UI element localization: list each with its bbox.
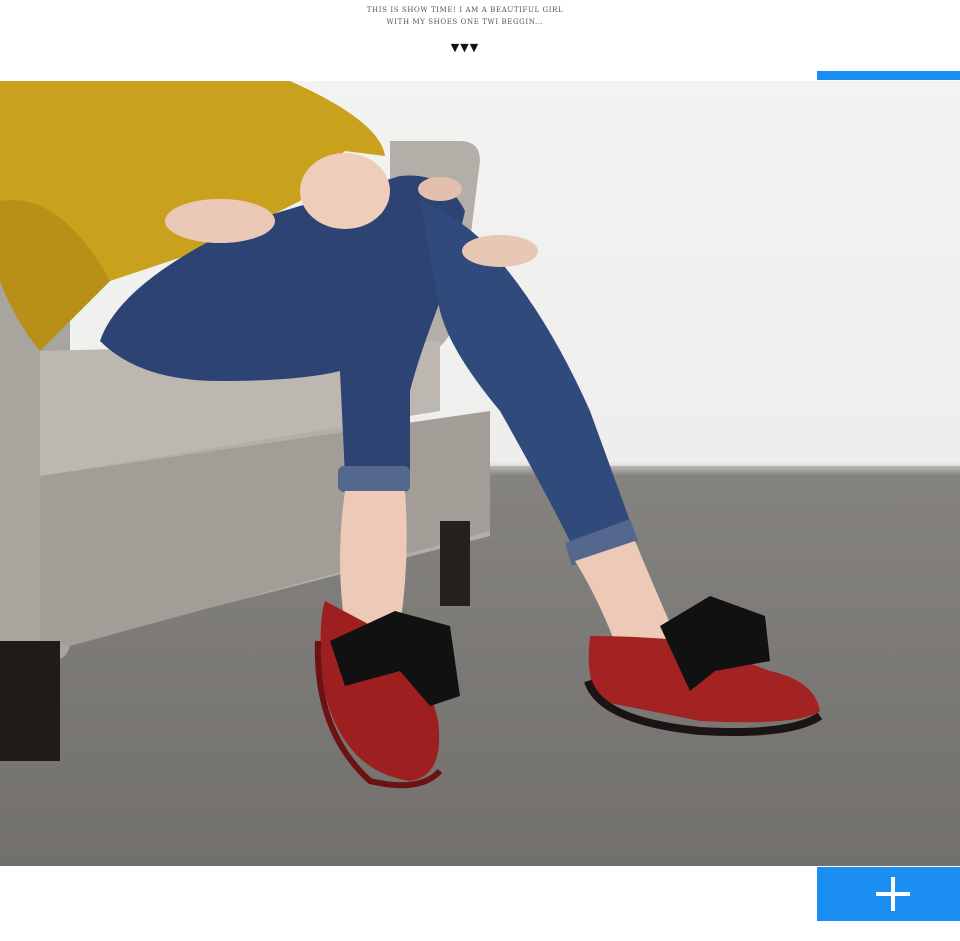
accent-bar [817, 71, 960, 80]
caption-line-1: THIS IS SHOW TIME! I AM A BEAUTIFUL GIRL [366, 6, 564, 14]
caption-text: THIS IS SHOW TIME! I AM A BEAUTIFUL GIRL… [0, 4, 930, 28]
photo-illustration [0, 81, 960, 866]
product-photo [0, 81, 960, 866]
caption-line-2: WITH MY SHOES ONE TWI BEGGIN... [386, 18, 544, 26]
add-button[interactable] [817, 867, 960, 921]
down-arrows-icon: ▼▼▼ [450, 41, 480, 54]
